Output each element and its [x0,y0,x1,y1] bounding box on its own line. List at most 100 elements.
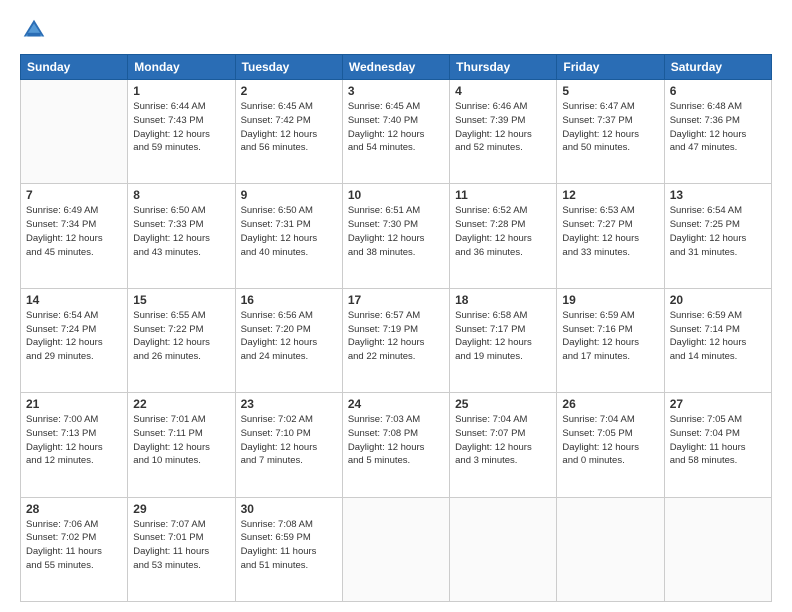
calendar-cell: 23 Sunrise: 7:02 AM Sunset: 7:10 PM Dayli… [235,393,342,497]
calendar-cell: 6Sunrise: 6:48 AM Sunset: 7:36 PM Daylig… [664,80,771,184]
day-number: 3 [348,84,444,98]
calendar-header-row: SundayMondayTuesdayWednesdayThursdayFrid… [21,55,772,80]
weekday-header-tuesday: Tuesday [235,55,342,80]
day-info: Sunrise: 6:51 AM Sunset: 7:30 PM Dayligh… [348,204,444,259]
day-number: 5 [562,84,658,98]
day-info: Sunrise: 6:45 AM Sunset: 7:42 PM Dayligh… [241,100,337,155]
header [20,16,772,44]
calendar-cell [450,497,557,601]
calendar-cell: 20 Sunrise: 6:59 AM Sunset: 7:14 PM Dayli… [664,288,771,392]
day-info: Sunrise: 7:00 AM Sunset: 7:13 PM Dayligh… [26,413,122,468]
day-number: 14 [26,293,122,307]
weekday-header-friday: Friday [557,55,664,80]
calendar-week-5: 28 Sunrise: 7:06 AM Sunset: 7:02 PM Dayli… [21,497,772,601]
day-number: 21 [26,397,122,411]
calendar-cell: 17Sunrise: 6:57 AM Sunset: 7:19 PM Dayli… [342,288,449,392]
calendar-cell: 25 Sunrise: 7:04 AM Sunset: 7:07 PM Dayli… [450,393,557,497]
day-info: Sunrise: 7:04 AM Sunset: 7:07 PM Dayligh… [455,413,551,468]
calendar-cell: 10 Sunrise: 6:51 AM Sunset: 7:30 PM Dayli… [342,184,449,288]
calendar-cell: 27Sunrise: 7:05 AM Sunset: 7:04 PM Dayli… [664,393,771,497]
day-info: Sunrise: 6:54 AM Sunset: 7:25 PM Dayligh… [670,204,766,259]
day-number: 17 [348,293,444,307]
calendar-cell: 2 Sunrise: 6:45 AM Sunset: 7:42 PM Daylig… [235,80,342,184]
day-info: Sunrise: 6:53 AM Sunset: 7:27 PM Dayligh… [562,204,658,259]
calendar-week-2: 7 Sunrise: 6:49 AM Sunset: 7:34 PM Daylig… [21,184,772,288]
day-number: 16 [241,293,337,307]
day-info: Sunrise: 6:59 AM Sunset: 7:14 PM Dayligh… [670,309,766,364]
calendar-cell: 3 Sunrise: 6:45 AM Sunset: 7:40 PM Daylig… [342,80,449,184]
day-info: Sunrise: 7:03 AM Sunset: 7:08 PM Dayligh… [348,413,444,468]
day-number: 25 [455,397,551,411]
calendar-cell: 22Sunrise: 7:01 AM Sunset: 7:11 PM Dayli… [128,393,235,497]
day-info: Sunrise: 6:52 AM Sunset: 7:28 PM Dayligh… [455,204,551,259]
day-info: Sunrise: 6:49 AM Sunset: 7:34 PM Dayligh… [26,204,122,259]
day-number: 2 [241,84,337,98]
day-info: Sunrise: 6:59 AM Sunset: 7:16 PM Dayligh… [562,309,658,364]
day-number: 1 [133,84,229,98]
calendar-cell: 7 Sunrise: 6:49 AM Sunset: 7:34 PM Daylig… [21,184,128,288]
day-info: Sunrise: 7:01 AM Sunset: 7:11 PM Dayligh… [133,413,229,468]
calendar-cell: 13Sunrise: 6:54 AM Sunset: 7:25 PM Dayli… [664,184,771,288]
day-number: 7 [26,188,122,202]
day-number: 27 [670,397,766,411]
day-info: Sunrise: 6:56 AM Sunset: 7:20 PM Dayligh… [241,309,337,364]
day-number: 8 [133,188,229,202]
day-number: 11 [455,188,551,202]
day-info: Sunrise: 6:44 AM Sunset: 7:43 PM Dayligh… [133,100,229,155]
calendar-cell [557,497,664,601]
day-number: 12 [562,188,658,202]
calendar-cell: 29Sunrise: 7:07 AM Sunset: 7:01 PM Dayli… [128,497,235,601]
day-number: 29 [133,502,229,516]
day-info: Sunrise: 6:50 AM Sunset: 7:33 PM Dayligh… [133,204,229,259]
calendar-cell: 5 Sunrise: 6:47 AM Sunset: 7:37 PM Daylig… [557,80,664,184]
day-info: Sunrise: 6:55 AM Sunset: 7:22 PM Dayligh… [133,309,229,364]
day-number: 19 [562,293,658,307]
day-info: Sunrise: 6:47 AM Sunset: 7:37 PM Dayligh… [562,100,658,155]
calendar-week-1: 1 Sunrise: 6:44 AM Sunset: 7:43 PM Daylig… [21,80,772,184]
day-info: Sunrise: 7:06 AM Sunset: 7:02 PM Dayligh… [26,518,122,573]
day-number: 10 [348,188,444,202]
day-number: 20 [670,293,766,307]
calendar-cell: 8 Sunrise: 6:50 AM Sunset: 7:33 PM Daylig… [128,184,235,288]
day-info: Sunrise: 6:45 AM Sunset: 7:40 PM Dayligh… [348,100,444,155]
calendar-cell: 26 Sunrise: 7:04 AM Sunset: 7:05 PM Dayli… [557,393,664,497]
calendar-cell: 18 Sunrise: 6:58 AM Sunset: 7:17 PM Dayli… [450,288,557,392]
weekday-header-sunday: Sunday [21,55,128,80]
weekday-header-thursday: Thursday [450,55,557,80]
day-number: 18 [455,293,551,307]
day-number: 26 [562,397,658,411]
calendar-cell: 1 Sunrise: 6:44 AM Sunset: 7:43 PM Daylig… [128,80,235,184]
day-info: Sunrise: 7:08 AM Sunset: 6:59 PM Dayligh… [241,518,337,573]
calendar-cell: 28 Sunrise: 7:06 AM Sunset: 7:02 PM Dayli… [21,497,128,601]
day-info: Sunrise: 6:54 AM Sunset: 7:24 PM Dayligh… [26,309,122,364]
calendar-cell [664,497,771,601]
day-info: Sunrise: 6:46 AM Sunset: 7:39 PM Dayligh… [455,100,551,155]
logo [20,16,52,44]
weekday-header-monday: Monday [128,55,235,80]
weekday-header-wednesday: Wednesday [342,55,449,80]
calendar-cell [342,497,449,601]
calendar-cell: 9Sunrise: 6:50 AM Sunset: 7:31 PM Daylig… [235,184,342,288]
day-info: Sunrise: 7:02 AM Sunset: 7:10 PM Dayligh… [241,413,337,468]
weekday-header-saturday: Saturday [664,55,771,80]
calendar-cell: 14 Sunrise: 6:54 AM Sunset: 7:24 PM Dayli… [21,288,128,392]
logo-icon [20,16,48,44]
calendar-cell: 4 Sunrise: 6:46 AM Sunset: 7:39 PM Daylig… [450,80,557,184]
calendar-cell: 30 Sunrise: 7:08 AM Sunset: 6:59 PM Dayli… [235,497,342,601]
day-number: 4 [455,84,551,98]
day-info: Sunrise: 6:58 AM Sunset: 7:17 PM Dayligh… [455,309,551,364]
calendar-cell: 24 Sunrise: 7:03 AM Sunset: 7:08 PM Dayli… [342,393,449,497]
calendar-table: SundayMondayTuesdayWednesdayThursdayFrid… [20,54,772,602]
day-number: 23 [241,397,337,411]
calendar-week-3: 14 Sunrise: 6:54 AM Sunset: 7:24 PM Dayli… [21,288,772,392]
day-number: 9 [241,188,337,202]
day-number: 24 [348,397,444,411]
day-number: 6 [670,84,766,98]
day-number: 28 [26,502,122,516]
calendar-cell [21,80,128,184]
day-info: Sunrise: 7:04 AM Sunset: 7:05 PM Dayligh… [562,413,658,468]
calendar-week-4: 21 Sunrise: 7:00 AM Sunset: 7:13 PM Dayli… [21,393,772,497]
calendar-cell: 12 Sunrise: 6:53 AM Sunset: 7:27 PM Dayli… [557,184,664,288]
calendar-cell: 16 Sunrise: 6:56 AM Sunset: 7:20 PM Dayli… [235,288,342,392]
day-number: 30 [241,502,337,516]
